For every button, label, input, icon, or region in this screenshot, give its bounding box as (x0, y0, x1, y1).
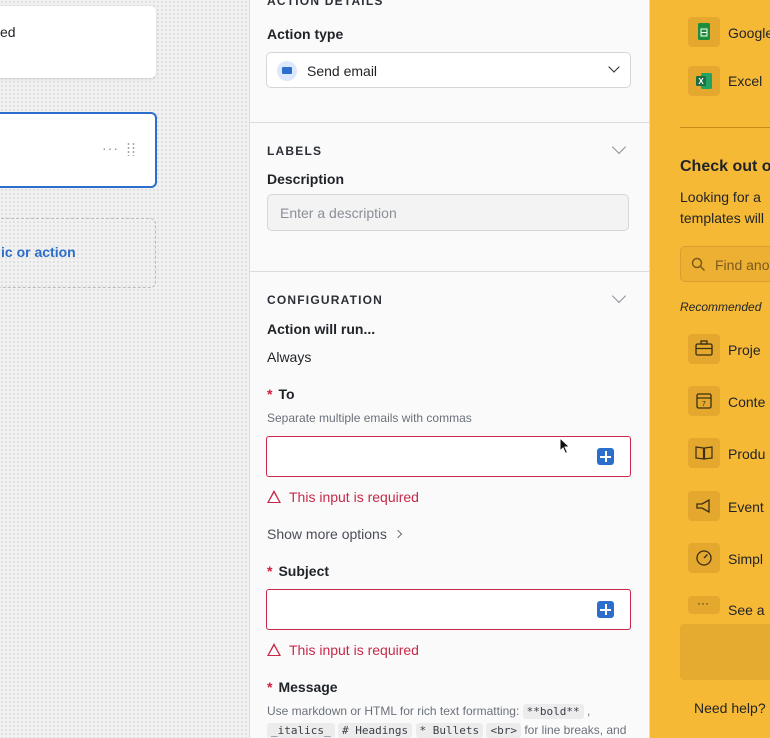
more-options-icon[interactable]: ··· (102, 140, 119, 156)
svg-text:7: 7 (702, 401, 706, 408)
google-sheets-tile[interactable] (688, 17, 720, 47)
trigger-card[interactable]: ed (0, 6, 156, 78)
search-placeholder: Find ano (715, 257, 770, 273)
to-error: This input is required (267, 489, 419, 505)
action-type-select[interactable]: Send email (266, 52, 631, 88)
to-label: * To (267, 386, 295, 402)
trigger-card-text: ed (0, 24, 16, 40)
search-icon (691, 257, 706, 272)
message-label: * Message (267, 679, 338, 695)
templates-desc-line2: templates will (680, 210, 765, 226)
chevron-down-icon (608, 61, 620, 73)
email-icon (277, 61, 297, 81)
template-label[interactable]: Conte (728, 394, 765, 410)
sidebar-action-button[interactable] (680, 624, 770, 680)
integration-label-excel[interactable]: Excel (728, 73, 762, 89)
collapse-labels-icon[interactable] (611, 139, 627, 155)
help-sidebar: Google X Excel Check out o Looking for a… (650, 0, 770, 738)
code-bold: **bold** (522, 704, 584, 719)
to-label-text: To (278, 386, 295, 402)
template-tile[interactable] (688, 334, 720, 364)
divider (250, 122, 649, 123)
required-marker: * (267, 679, 273, 695)
subject-error-text: This input is required (289, 642, 419, 658)
show-more-options-link[interactable]: Show more options (267, 526, 403, 542)
more-icon: ··· (697, 596, 709, 610)
integration-label-google[interactable]: Google (728, 25, 770, 41)
template-label[interactable]: Produ (728, 446, 765, 462)
book-icon (695, 446, 713, 460)
to-help-text: Separate multiple emails with commas (267, 411, 472, 425)
divider (250, 271, 649, 272)
hint-suffix: for line breaks, and (524, 723, 627, 737)
subject-input[interactable] (266, 589, 631, 630)
subject-label-text: Subject (278, 563, 330, 579)
gauge-icon (696, 550, 712, 566)
action-type-label: Action type (267, 26, 344, 42)
required-marker: * (267, 386, 273, 402)
divider (680, 127, 770, 128)
template-tile[interactable]: ··· (688, 596, 720, 614)
briefcase-icon (695, 340, 713, 356)
template-tile[interactable] (688, 543, 720, 573)
run-condition-label: Action will run... (267, 321, 376, 337)
message-hint: Use markdown or HTML for rich text forma… (267, 704, 627, 738)
need-help-text[interactable]: Need help? (694, 700, 766, 716)
insert-variable-button[interactable] (597, 448, 614, 465)
action-type-value: Send email (307, 63, 378, 79)
insert-variable-button[interactable] (597, 601, 614, 618)
hint-prefix: Use markdown or HTML for rich text forma… (267, 704, 520, 718)
drag-handle-icon[interactable] (126, 142, 136, 156)
code-br: <br> (486, 723, 521, 738)
collapse-configuration-icon[interactable] (611, 288, 627, 304)
configuration-section-title: CONFIGURATION (267, 293, 384, 307)
action-config-panel: ACTION DETAILS Action type Send email LA… (249, 0, 650, 738)
template-label[interactable]: Simpl (728, 551, 763, 567)
chevron-right-icon (393, 529, 403, 539)
add-logic-or-action-card[interactable]: ic or action (0, 218, 156, 288)
template-label[interactable]: Event (728, 499, 764, 515)
add-card-text: ic or action (1, 244, 76, 260)
subject-error: This input is required (267, 642, 419, 658)
warning-icon (267, 643, 281, 656)
message-label-text: Message (278, 679, 338, 695)
templates-desc-line1: Looking for a (680, 189, 761, 205)
selected-action-card[interactable]: ··· (0, 112, 157, 188)
template-search-input[interactable]: Find ano (680, 246, 770, 282)
labels-section-title: LABELS (267, 144, 323, 158)
template-label[interactable]: Proje (728, 342, 761, 358)
description-label: Description (267, 171, 345, 187)
warning-icon (267, 490, 281, 503)
description-input[interactable] (267, 194, 629, 231)
svg-text:X: X (698, 77, 704, 86)
template-tile[interactable] (688, 491, 720, 521)
to-error-text: This input is required (289, 489, 419, 505)
recommended-label: Recommended (680, 300, 762, 314)
workflow-canvas[interactable]: ed ··· ic or action (0, 0, 249, 738)
excel-tile[interactable]: X (688, 66, 720, 96)
templates-heading: Check out o (680, 158, 770, 175)
code-headings: # Headings (337, 723, 413, 738)
megaphone-icon (696, 498, 710, 514)
google-sheets-icon (698, 23, 710, 40)
template-tile[interactable]: 7 (688, 386, 720, 416)
code-bullets: * Bullets (415, 723, 484, 738)
excel-icon: X (696, 73, 712, 89)
calendar-icon: 7 (696, 393, 712, 409)
action-details-title: ACTION DETAILS (267, 0, 384, 8)
to-input[interactable] (266, 436, 631, 477)
show-more-options-text: Show more options (267, 526, 387, 542)
code-italics: _italics_ (267, 723, 335, 738)
subject-label: * Subject (267, 563, 329, 579)
required-marker: * (267, 563, 273, 579)
template-tile[interactable] (688, 438, 720, 468)
run-condition-value: Always (267, 349, 312, 365)
mouse-cursor-icon (559, 437, 571, 455)
template-label[interactable]: See a (728, 602, 765, 618)
